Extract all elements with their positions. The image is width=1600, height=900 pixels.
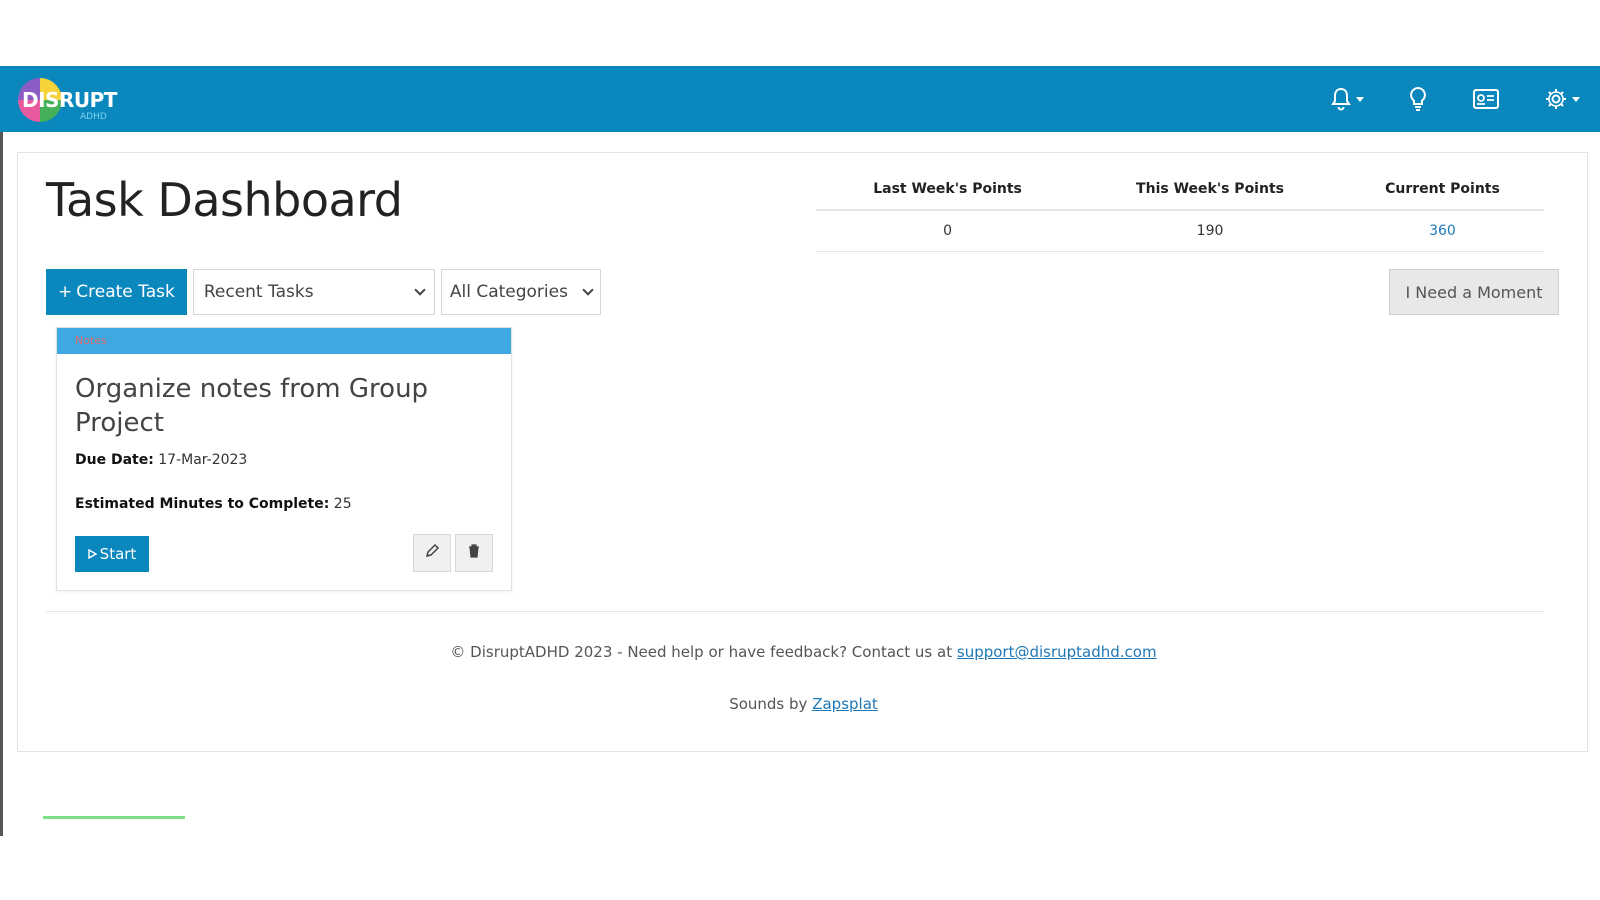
due-date-value: 17-Mar-2023 <box>158 452 248 468</box>
need-a-moment-button[interactable]: I Need a Moment <box>1389 269 1559 315</box>
due-date-label: Due Date: <box>75 452 154 468</box>
estimated-minutes-label: Estimated Minutes to Complete: <box>75 496 330 512</box>
footer-divider <box>46 611 1544 612</box>
chevron-down-icon <box>582 284 594 296</box>
task-category-label: Notes <box>57 328 511 354</box>
page-title: Task Dashboard <box>46 173 403 227</box>
points-table: Last Week's Points This Week's Points Cu… <box>816 175 1544 252</box>
copyright-text: © DisruptADHD 2023 - Need help or have f… <box>450 643 953 661</box>
create-task-button[interactable]: + Create Task <box>46 269 187 315</box>
progress-accent-bar <box>43 816 185 819</box>
last-week-points-value: 0 <box>816 210 1080 252</box>
id-card-icon <box>1472 88 1500 110</box>
task-card: Notes Organize notes from Group Project … <box>56 327 512 591</box>
zapsplat-link[interactable]: Zapsplat <box>812 695 878 713</box>
sounds-credit-text: Sounds by <box>729 695 808 713</box>
this-week-points-header: This Week's Points <box>1079 175 1341 211</box>
task-toolbar: + Create Task Recent Tasks All Categorie… <box>46 269 601 315</box>
task-due-date: Due Date: 17-Mar-2023 <box>75 452 247 468</box>
footer-copyright: © DisruptADHD 2023 - Need help or have f… <box>18 643 1589 661</box>
pencil-icon <box>424 543 440 563</box>
notifications-dropdown[interactable] <box>1330 87 1364 111</box>
this-week-points-value: 190 <box>1079 210 1341 252</box>
start-task-label: Start <box>99 545 137 563</box>
chevron-down-icon <box>1356 96 1364 102</box>
estimated-minutes-value: 25 <box>333 496 352 512</box>
chevron-down-icon <box>414 284 426 296</box>
edit-task-button[interactable] <box>413 534 451 572</box>
current-points-header: Current Points <box>1340 175 1544 211</box>
task-filter-select[interactable]: Recent Tasks <box>192 269 435 315</box>
gear-icon <box>1544 87 1568 111</box>
chevron-down-icon <box>1572 96 1580 102</box>
trash-icon <box>467 543 481 563</box>
task-estimated-minutes: Estimated Minutes to Complete: 25 <box>75 496 352 512</box>
profile-card-button[interactable] <box>1472 88 1500 110</box>
nav-icons <box>1330 66 1580 132</box>
current-points-value[interactable]: 360 <box>1340 210 1544 252</box>
dashboard-panel: Task Dashboard Last Week's Points This W… <box>17 152 1588 752</box>
top-navbar: DISRUPT ADHD <box>0 66 1600 132</box>
last-week-points-header: Last Week's Points <box>816 175 1080 211</box>
brand-logo[interactable]: DISRUPT ADHD <box>18 74 138 124</box>
task-title: Organize notes from Group Project <box>75 374 429 438</box>
start-task-button[interactable]: Start <box>75 536 149 572</box>
ideas-button[interactable] <box>1408 86 1428 112</box>
create-task-label: Create Task <box>76 282 175 302</box>
play-icon <box>87 545 98 563</box>
points-summary: Last Week's Points This Week's Points Cu… <box>816 175 1544 252</box>
support-email-link[interactable]: support@disruptadhd.com <box>957 643 1157 661</box>
bell-icon <box>1330 87 1352 111</box>
footer-sounds-credit: Sounds by Zapsplat <box>18 695 1589 713</box>
lightbulb-icon <box>1408 86 1428 112</box>
brand-sub: ADHD <box>80 112 107 122</box>
plus-icon: + <box>58 282 73 302</box>
category-filter-value: All Categories <box>449 282 568 302</box>
brand-name: DISRUPT <box>22 88 117 112</box>
left-edge-rule <box>0 66 3 836</box>
task-filter-value: Recent Tasks <box>203 282 314 302</box>
delete-task-button[interactable] <box>455 534 493 572</box>
category-filter-select[interactable]: All Categories <box>440 269 601 315</box>
settings-dropdown[interactable] <box>1544 87 1580 111</box>
